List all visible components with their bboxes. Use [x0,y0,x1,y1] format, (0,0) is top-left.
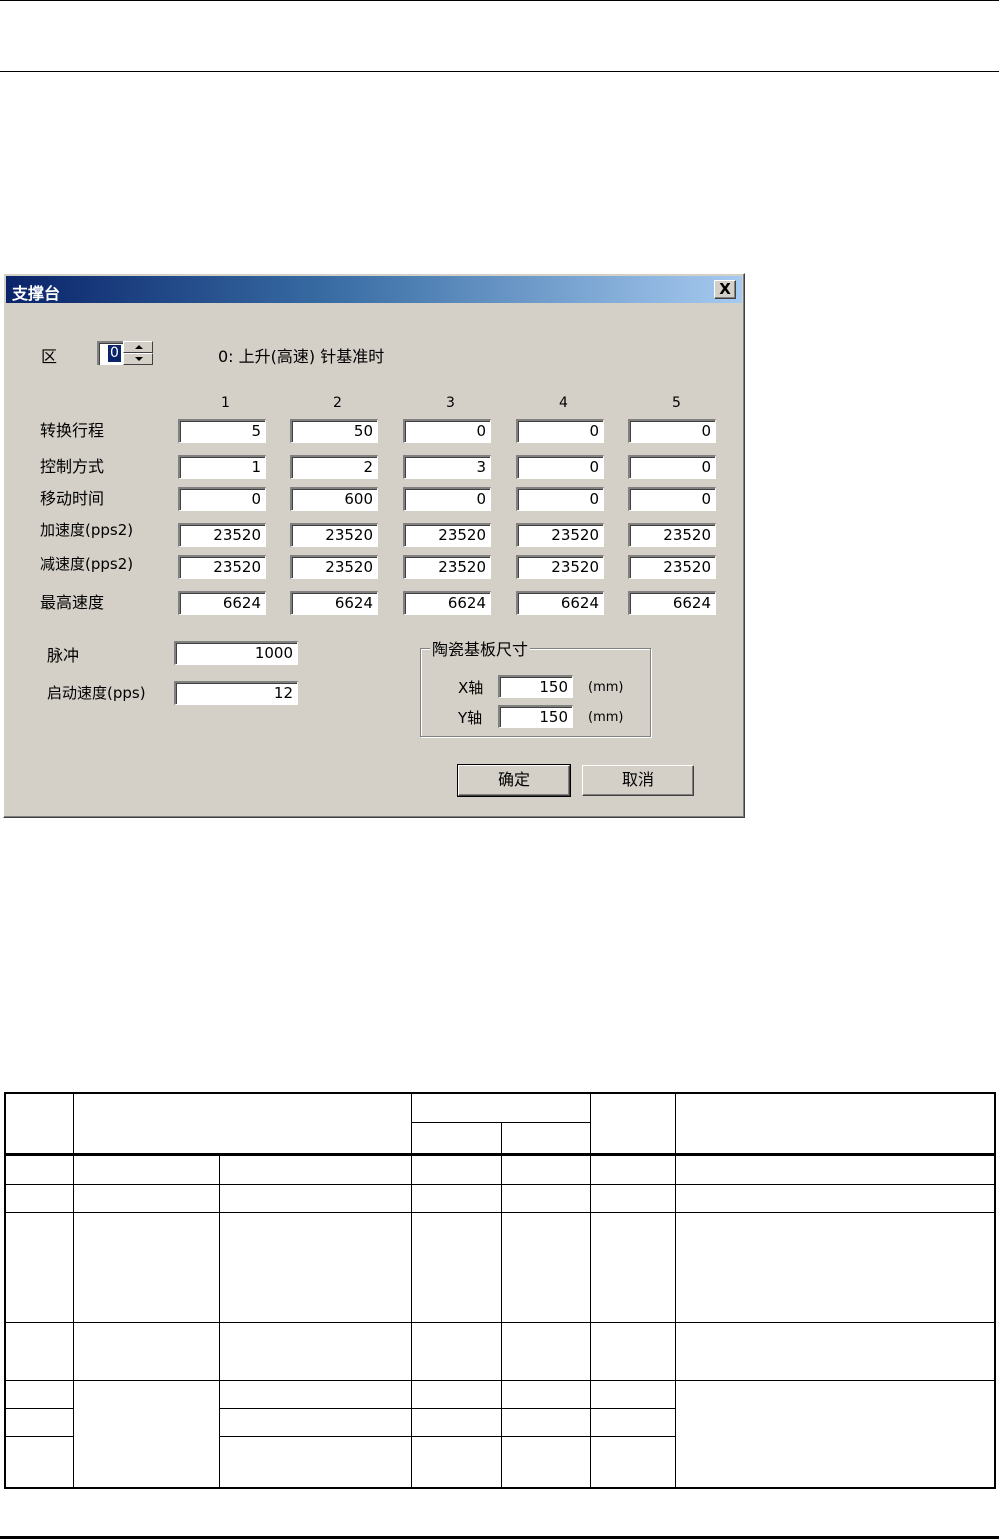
cancel-button[interactable]: 取消 [582,765,694,796]
table-border-right [994,1092,996,1489]
table-hline [411,1122,591,1123]
column-header-2: 2 [333,395,342,411]
switch-stroke-1[interactable]: 5 [178,419,266,443]
table-vline [411,1092,412,1488]
switch-stroke-3[interactable]: 0 [403,419,491,443]
deceleration-3[interactable]: 23520 [403,555,491,579]
arrow-down-icon [135,357,143,361]
acceleration-4[interactable]: 23520 [516,523,604,547]
y-axis-label: Y轴 [458,709,483,727]
table-hline [4,1408,74,1409]
move-time-3[interactable]: 0 [403,487,491,511]
deceleration-2[interactable]: 23520 [290,555,378,579]
deceleration-1[interactable]: 23520 [178,555,266,579]
table-hline [4,1184,996,1185]
pulse-input[interactable]: 1000 [174,641,298,665]
dialog-title: 支撑台 [12,284,61,303]
table-hline [4,1322,996,1323]
table-hline [4,1153,996,1156]
table-border-bottom [4,1487,996,1489]
zone-input[interactable]: 0 [97,341,123,365]
switch-stroke-2[interactable]: 50 [290,419,378,443]
table-hline [4,1212,996,1213]
y-axis-unit: (mm) [588,710,624,725]
move-time-5[interactable]: 0 [628,487,716,511]
x-axis-input[interactable]: 150 [498,675,573,698]
zone-spinner[interactable] [123,341,153,365]
table-vline [590,1092,591,1488]
arrow-up-icon [135,345,143,349]
move-time-2[interactable]: 600 [290,487,378,511]
move-time-1[interactable]: 0 [178,487,266,511]
column-header-4: 4 [559,395,568,411]
row-label-acceleration: 加速度(pps2) [40,521,134,539]
max-speed-4[interactable]: 6624 [516,591,604,615]
table-hline [219,1408,676,1409]
spin-down-button[interactable] [123,353,153,365]
table-hline [4,1380,996,1381]
max-speed-2[interactable]: 6624 [290,591,378,615]
title-bar[interactable]: 支撑台 X [6,276,742,303]
control-mode-5[interactable]: 0 [628,455,716,479]
table-vline [501,1122,502,1488]
deceleration-4[interactable]: 23520 [516,555,604,579]
table-vline [219,1155,220,1488]
ok-button[interactable]: 确定 [457,764,571,797]
header-rule-bottom [0,71,999,72]
y-axis-input[interactable]: 150 [498,705,573,728]
row-label-move-time: 移动时间 [40,489,105,508]
close-icon[interactable]: X [714,280,736,299]
column-header-5: 5 [672,395,681,411]
column-header-1: 1 [221,395,230,411]
deceleration-5[interactable]: 23520 [628,555,716,579]
move-time-4[interactable]: 0 [516,487,604,511]
table-hline [219,1436,676,1437]
row-label-switch-stroke: 转换行程 [40,421,105,440]
row-label-deceleration: 减速度(pps2) [40,555,134,573]
row-label-max-speed: 最高速度 [40,593,105,612]
substrate-size-title: 陶瓷基板尺寸 [430,636,531,660]
table-hline [4,1436,74,1437]
acceleration-3[interactable]: 23520 [403,523,491,547]
zone-description: 0: 上升(高速) 针基准时 [218,347,385,366]
acceleration-5[interactable]: 23520 [628,523,716,547]
row-label-control-mode: 控制方式 [40,457,105,476]
control-mode-3[interactable]: 3 [403,455,491,479]
start-speed-input[interactable]: 12 [174,681,298,705]
table-vline [73,1092,74,1488]
acceleration-1[interactable]: 23520 [178,523,266,547]
header-rule-top [0,0,999,1]
column-header-3: 3 [446,395,455,411]
x-axis-unit: (mm) [588,680,624,695]
control-mode-4[interactable]: 0 [516,455,604,479]
x-axis-label: X轴 [458,679,484,697]
control-mode-2[interactable]: 2 [290,455,378,479]
table-border-top [4,1092,996,1094]
table-border-left [4,1092,6,1489]
control-mode-1[interactable]: 1 [178,455,266,479]
max-speed-5[interactable]: 6624 [628,591,716,615]
spin-up-button[interactable] [123,341,153,353]
max-speed-3[interactable]: 6624 [403,591,491,615]
acceleration-2[interactable]: 23520 [290,523,378,547]
zone-label: 区 [41,347,58,366]
zone-value: 0 [108,345,121,362]
table-vline [675,1092,676,1488]
switch-stroke-4[interactable]: 0 [516,419,604,443]
switch-stroke-5[interactable]: 0 [628,419,716,443]
pulse-label: 脉冲 [47,646,80,665]
start-speed-label: 启动速度(pps) [47,684,146,702]
max-speed-1[interactable]: 6624 [178,591,266,615]
